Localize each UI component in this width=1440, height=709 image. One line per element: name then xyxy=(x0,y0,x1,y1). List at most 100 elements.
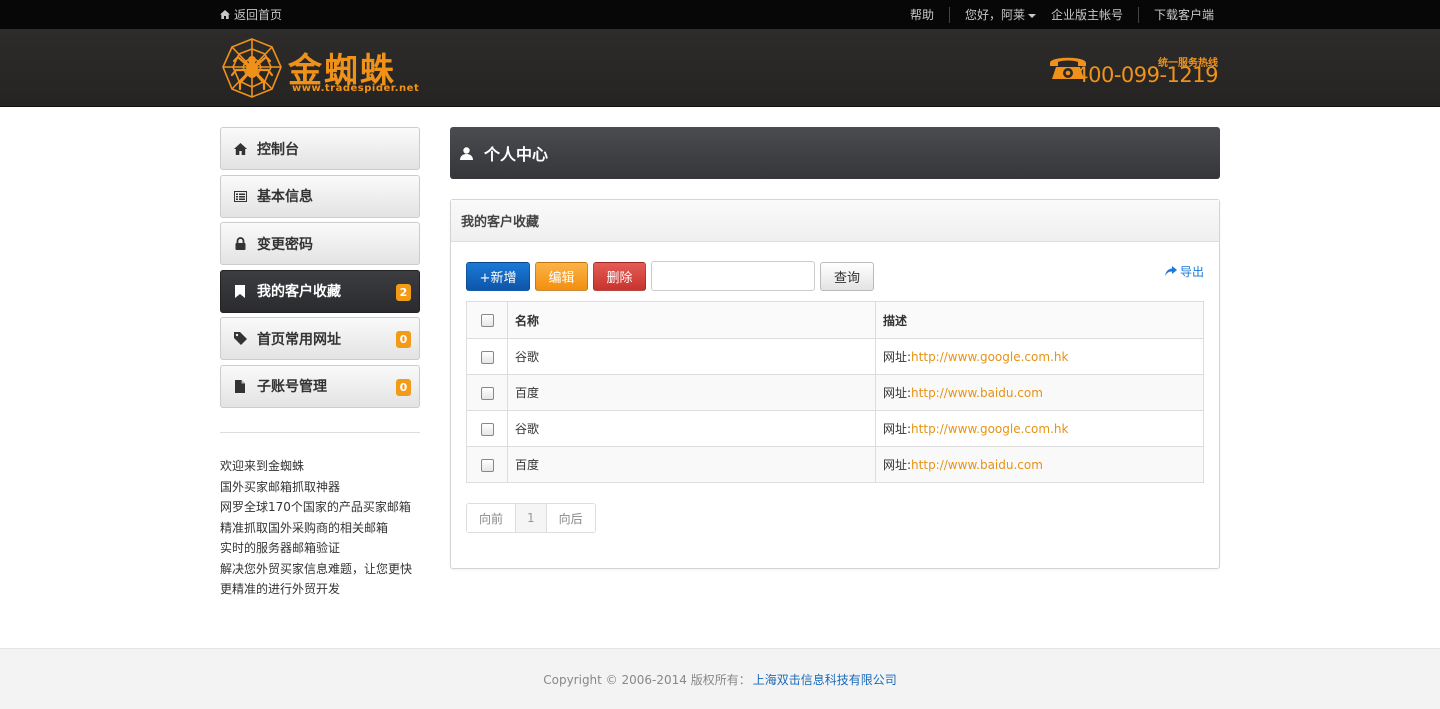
query-button[interactable]: 查询 xyxy=(820,261,874,291)
footer: Copyright © 2006-2014 版权所有： 上海双击信息科技有限公司 xyxy=(0,648,1440,709)
page-number[interactable]: 1 xyxy=(516,504,547,532)
next-page-button[interactable]: 向后 xyxy=(546,504,595,532)
toolbar: +新增 编辑 删除 查询 xyxy=(466,261,874,291)
row-checkbox-cell xyxy=(466,338,508,375)
table-row: 谷歌 网址:http://www.google.com.hk xyxy=(466,410,1204,447)
row-checkbox[interactable] xyxy=(480,350,494,364)
promo-line: 国外买家邮箱抓取神器 xyxy=(220,479,341,494)
help-link[interactable]: 帮助 xyxy=(895,6,949,23)
sidebar-item-change-password[interactable]: 变更密码 xyxy=(220,222,420,265)
sidebar: 控制台 基本信息 变更密码 我的客户收藏 2 首页常用网址 0 子账号管理 0 xyxy=(220,127,420,412)
search-input[interactable] xyxy=(651,261,815,291)
sidebar-item-dashboard[interactable]: 控制台 xyxy=(220,127,420,170)
row-description: 网址:http://www.google.com.hk xyxy=(875,338,1204,375)
url-link[interactable]: http://www.baidu.com xyxy=(911,458,1043,472)
sidebar-item-label: 基本信息 xyxy=(257,189,313,205)
url-link[interactable]: http://www.google.com.hk xyxy=(911,422,1068,436)
add-button[interactable]: +新增 xyxy=(466,261,530,291)
user-icon xyxy=(460,146,473,160)
count-badge: 2 xyxy=(396,283,411,301)
column-header-name: 名称 xyxy=(507,301,876,339)
top-bar: 返回首页 帮助 您好，阿莱 企业版主帐号 下载客户端 xyxy=(0,0,1440,29)
row-checkbox-cell xyxy=(466,410,508,447)
select-all-checkbox[interactable] xyxy=(480,314,494,327)
edit-button[interactable]: 编辑 xyxy=(535,261,588,291)
site-header: 金蜘蛛 www.tradespider.net 统一服务热线 400-099-1… xyxy=(0,29,1440,107)
pagination: 向前 1 向后 xyxy=(466,503,596,533)
promo-line: 实时的服务器邮箱验证 xyxy=(220,541,341,555)
file-icon xyxy=(233,379,247,393)
promo-line: 精准抓取国外采购商的相关邮箱 xyxy=(220,520,389,535)
url-prefix: 网址: xyxy=(883,386,912,400)
row-checkbox-cell xyxy=(466,446,508,483)
row-description: 网址:http://www.baidu.com xyxy=(875,446,1204,483)
export-link[interactable]: 导出 xyxy=(1164,263,1204,280)
sidebar-item-label: 首页常用网址 xyxy=(257,331,341,348)
row-description: 网址:http://www.baidu.com xyxy=(875,374,1204,411)
back-home-link[interactable]: 返回首页 xyxy=(220,6,282,23)
row-name: 百度 xyxy=(507,446,876,483)
row-checkbox[interactable] xyxy=(480,422,494,436)
copyright-text: Copyright © 2006-2014 版权所有： xyxy=(543,672,751,687)
logo-url: www.tradespider.net xyxy=(292,83,420,94)
share-arrow-icon xyxy=(1164,266,1177,277)
panel-title: 我的客户收藏 xyxy=(451,200,1219,242)
row-name: 百度 xyxy=(507,374,876,411)
download-client-link[interactable]: 下载客户端 xyxy=(1139,6,1214,23)
row-description: 网址:http://www.google.com.hk xyxy=(875,410,1204,447)
hotline-number: 400-099-1219 xyxy=(1075,63,1218,87)
caret-down-icon xyxy=(1027,13,1036,18)
row-checkbox-cell xyxy=(466,374,508,411)
favorites-table: 名称 描述 谷歌 网址:http://www.google.com.hk 百度 … xyxy=(466,301,1204,483)
user-menu[interactable]: 您好，阿莱 xyxy=(950,6,1051,23)
table-row: 谷歌 网址:http://www.google.com.hk xyxy=(466,338,1204,375)
prev-page-button[interactable]: 向前 xyxy=(467,504,517,532)
row-checkbox[interactable] xyxy=(480,386,494,400)
company-link[interactable]: 上海双击信息科技有限公司 xyxy=(753,671,897,688)
url-prefix: 网址: xyxy=(883,422,912,436)
promo-line: 欢迎来到金蜘蛛 xyxy=(220,459,305,473)
count-badge: 0 xyxy=(396,378,411,396)
user-greeting: 您好，阿莱 xyxy=(964,8,1025,22)
row-name: 谷歌 xyxy=(507,338,876,375)
favorites-panel: 我的客户收藏 +新增 编辑 删除 查询 导出 名称 描述 谷歌 网址:http:… xyxy=(450,199,1220,569)
row-name: 谷歌 xyxy=(507,410,876,447)
sidebar-item-favorites[interactable]: 我的客户收藏 2 xyxy=(220,269,420,313)
url-prefix: 网址: xyxy=(883,350,912,364)
sidebar-item-label: 变更密码 xyxy=(257,236,313,253)
hotline: 统一服务热线 400-099-1219 xyxy=(1048,49,1218,93)
page-title: 个人中心 xyxy=(484,145,549,164)
sidebar-item-label: 控制台 xyxy=(257,141,299,158)
promo-line: 网罗全球170个国家的产品买家邮箱 xyxy=(220,500,411,514)
row-checkbox[interactable] xyxy=(480,458,494,472)
promo-line: 更精准的进行外贸开发 xyxy=(220,582,341,596)
url-prefix: 网址: xyxy=(883,458,912,472)
table-header-row: 名称 描述 xyxy=(466,301,1204,339)
sidebar-item-label: 子账号管理 xyxy=(257,379,327,395)
sidebar-item-basic-info[interactable]: 基本信息 xyxy=(220,174,420,218)
table-row: 百度 网址:http://www.baidu.com xyxy=(466,446,1204,483)
count-badge: 0 xyxy=(396,331,411,348)
sidebar-divider xyxy=(220,432,420,433)
page-title-bar: 个人中心 xyxy=(450,127,1220,179)
logo[interactable]: 金蜘蛛 www.tradespider.net xyxy=(220,37,420,99)
promo-line: 解决您外贸买家信息难题，让您更快 xyxy=(220,561,413,576)
top-nav: 帮助 您好，阿莱 企业版主帐号 下载客户端 xyxy=(895,6,1214,23)
tag-icon xyxy=(233,332,247,346)
list-icon xyxy=(233,189,247,203)
home-icon xyxy=(220,10,230,19)
back-home-label: 返回首页 xyxy=(234,8,283,22)
select-all-cell xyxy=(466,301,508,339)
promo-text: 欢迎来到金蜘蛛 国外买家邮箱抓取神器 网罗全球170个国家的产品买家邮箱 精准抓… xyxy=(220,456,430,600)
account-link[interactable]: 企业版主帐号 xyxy=(1051,6,1138,23)
url-link[interactable]: http://www.baidu.com xyxy=(911,386,1043,400)
delete-button[interactable]: 删除 xyxy=(593,261,646,291)
table-row: 百度 网址:http://www.baidu.com xyxy=(466,374,1204,411)
export-label: 导出 xyxy=(1179,265,1204,279)
sidebar-item-common-urls[interactable]: 首页常用网址 0 xyxy=(220,317,420,360)
lock-icon xyxy=(233,237,247,251)
sidebar-item-sub-accounts[interactable]: 子账号管理 0 xyxy=(220,364,420,408)
column-header-description: 描述 xyxy=(875,301,1204,339)
url-link[interactable]: http://www.google.com.hk xyxy=(911,350,1068,364)
sidebar-item-label: 我的客户收藏 xyxy=(257,284,341,300)
